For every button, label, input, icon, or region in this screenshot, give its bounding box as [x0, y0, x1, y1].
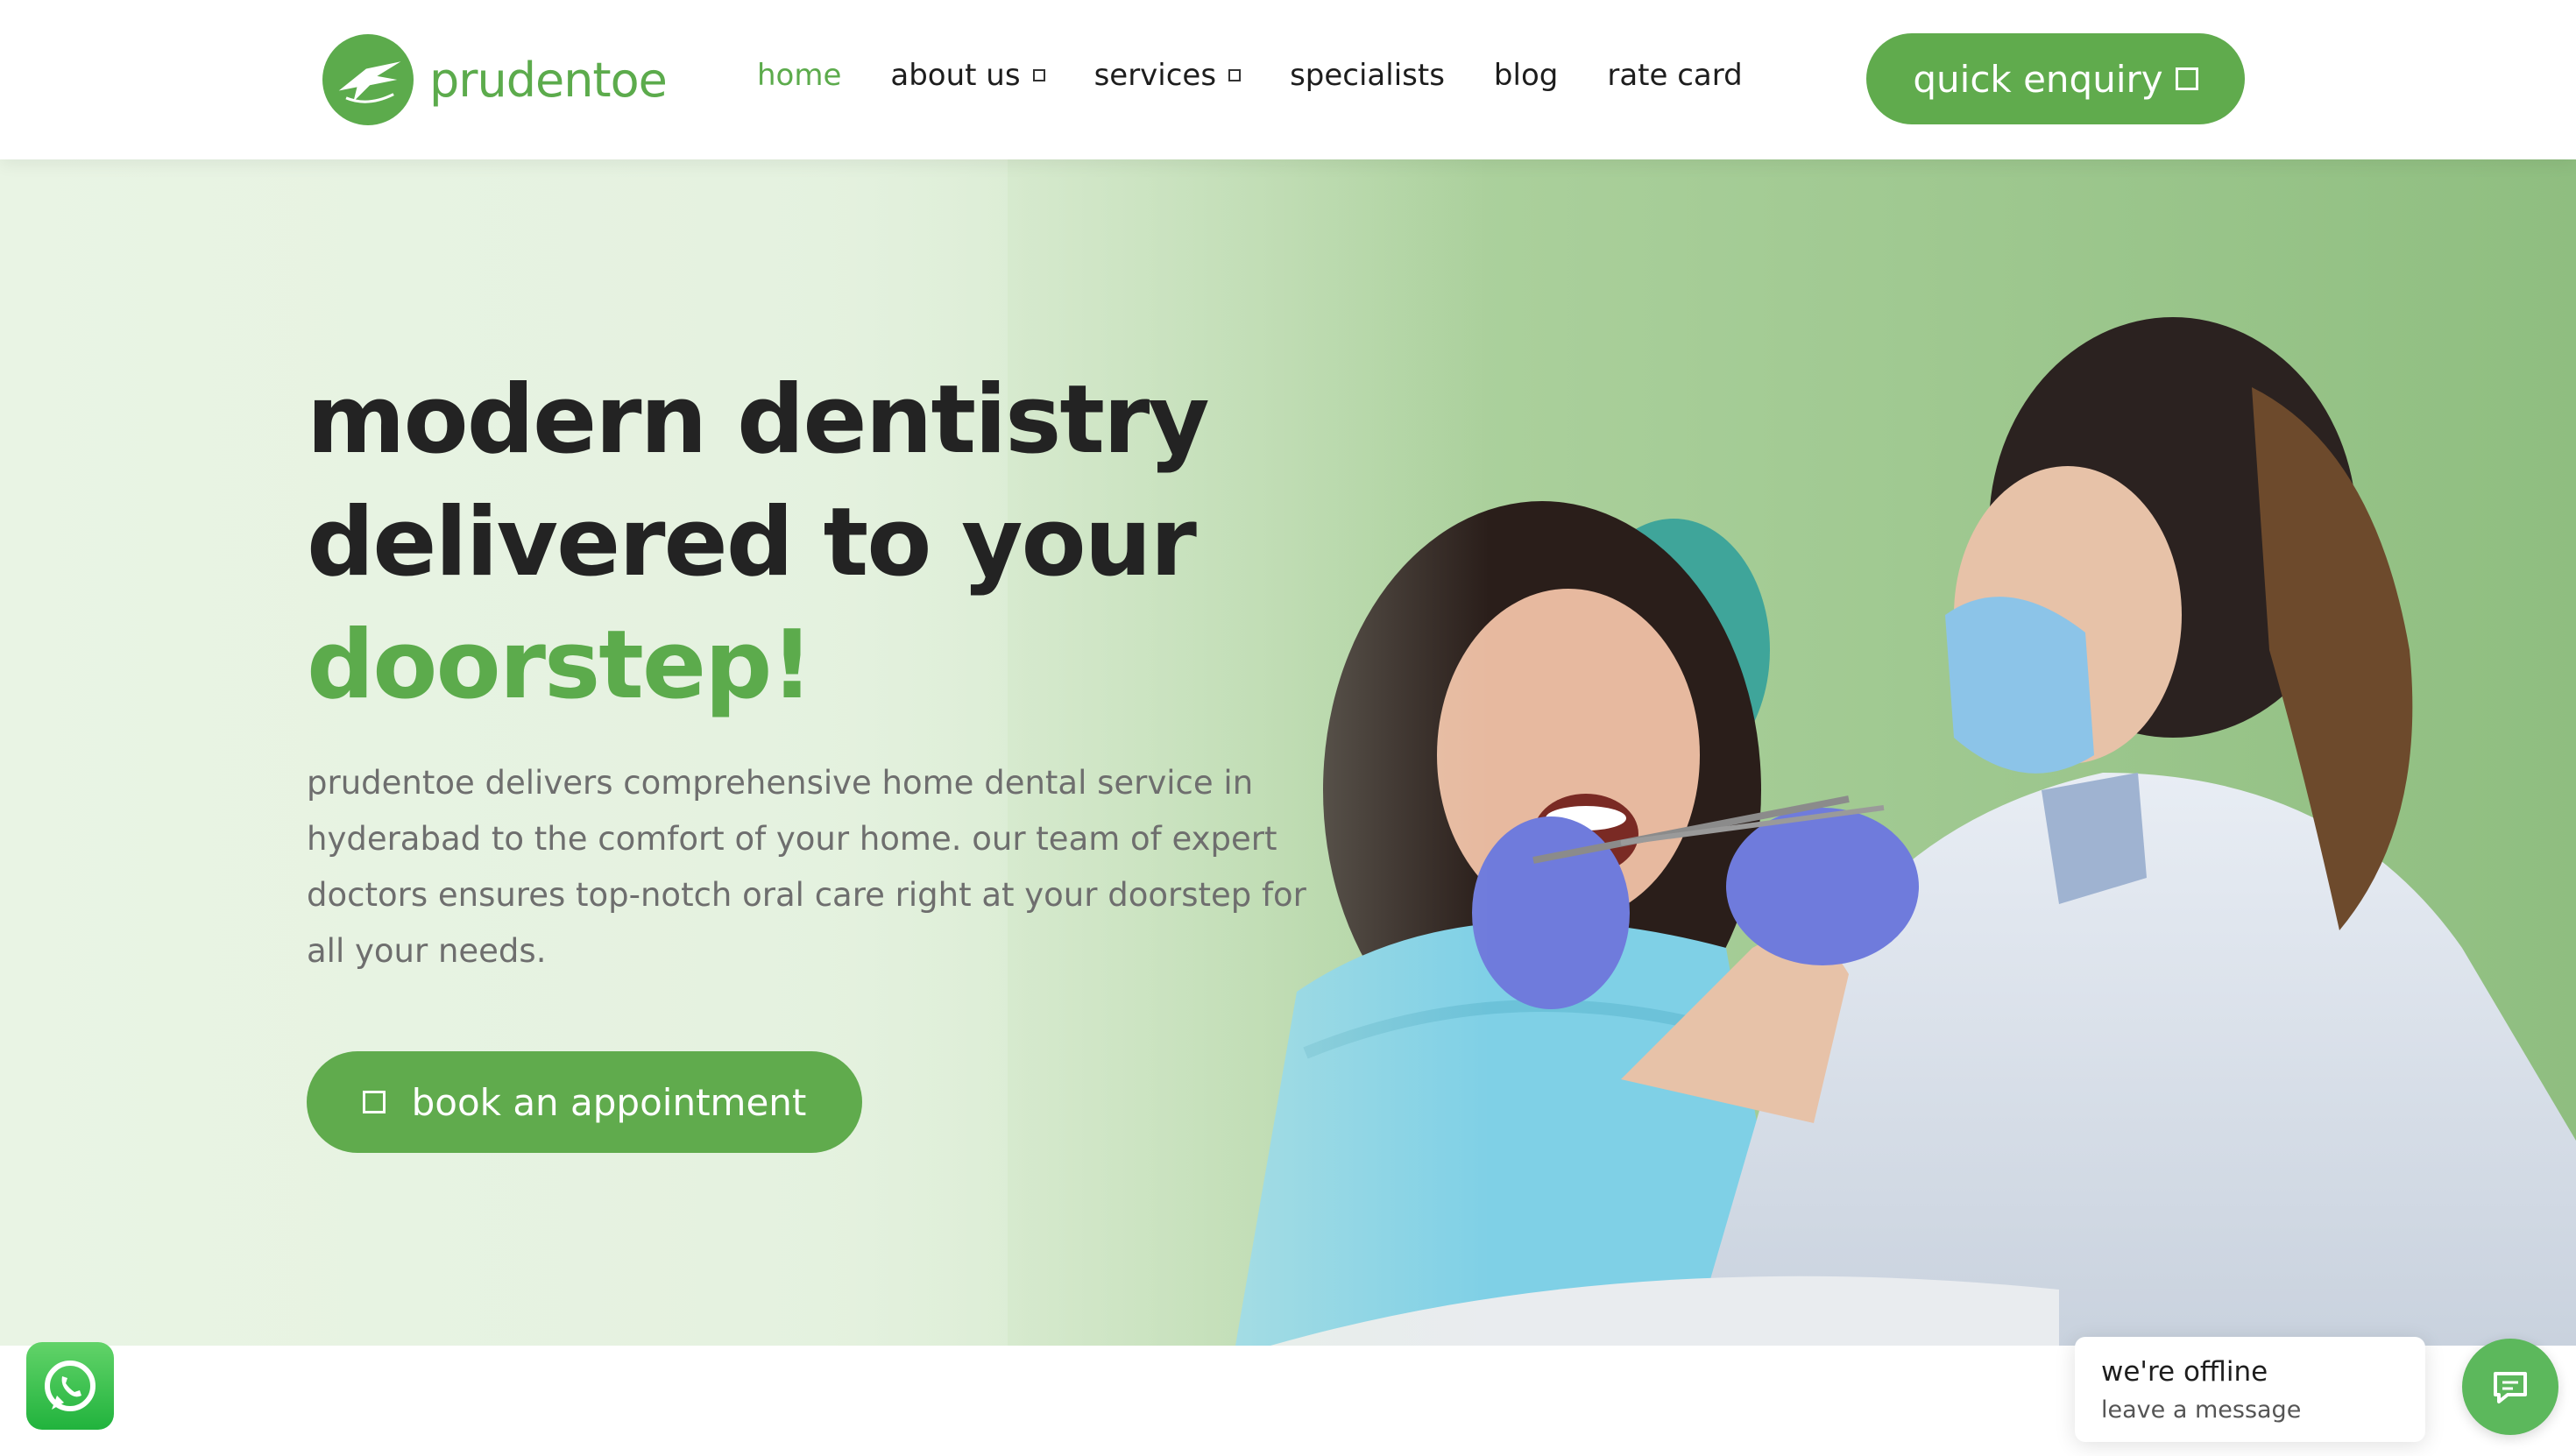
hero-headline: modern dentistry delivered to your doors…	[307, 359, 1210, 727]
nav-item-label: home	[757, 58, 842, 93]
book-appointment-label: book an appointment	[411, 1080, 807, 1124]
chat-status-subtitle: leave a message	[2101, 1396, 2302, 1424]
chat-bubble-icon	[2494, 1372, 2527, 1403]
nav-item-home[interactable]: home	[757, 58, 841, 93]
headline-line-1: modern dentistry	[307, 365, 1210, 475]
plane-circle-logo-icon	[322, 34, 414, 125]
chat-status-title: we're offline	[2101, 1356, 2268, 1388]
headline-accent: doorstep!	[307, 611, 814, 720]
brand-logo[interactable]: prudentoe	[322, 33, 668, 126]
arrow-icon	[2175, 67, 2198, 90]
whatsapp-button[interactable]	[26, 1342, 114, 1430]
site-header: prudentoe home about us services special…	[0, 0, 2576, 159]
dropdown-icon	[1032, 69, 1045, 81]
nav-item-label: about us	[890, 58, 1021, 93]
chat-open-button[interactable]	[2462, 1339, 2558, 1435]
hero-gradient-overlay	[0, 159, 1490, 1346]
quick-enquiry-label: quick enquiry	[1913, 57, 2163, 101]
hero-description: prudentoe delivers comprehensive home de…	[307, 764, 1306, 970]
nav-item-blog[interactable]: blog	[1494, 58, 1558, 93]
dropdown-icon	[1228, 69, 1242, 81]
book-appointment-button[interactable]: book an appointment	[307, 1051, 862, 1153]
brand-name: prudentoe	[429, 52, 668, 108]
nav-item-specialists[interactable]: specialists	[1290, 58, 1445, 93]
chat-status-card[interactable]: we're offline leave a message	[2075, 1337, 2425, 1442]
quick-enquiry-button[interactable]: quick enquiry	[1866, 33, 2245, 124]
hero-section: modern dentistry delivered to your doors…	[0, 159, 2576, 1346]
headline-line-2: delivered to your	[307, 488, 1197, 597]
nav-item-about-us[interactable]: about us	[890, 58, 1045, 93]
whatsapp-icon	[45, 1361, 96, 1411]
calendar-icon	[362, 1091, 386, 1113]
nav-item-rate-card[interactable]: rate card	[1607, 58, 1742, 93]
nav-item-label: services	[1093, 58, 1217, 93]
nav-item-services[interactable]: services	[1094, 58, 1242, 93]
main-nav: home about us services specialists blog …	[757, 58, 1792, 93]
nav-item-label: specialists	[1290, 58, 1445, 93]
nav-item-label: blog	[1493, 58, 1559, 93]
nav-item-label: rate card	[1607, 58, 1743, 93]
